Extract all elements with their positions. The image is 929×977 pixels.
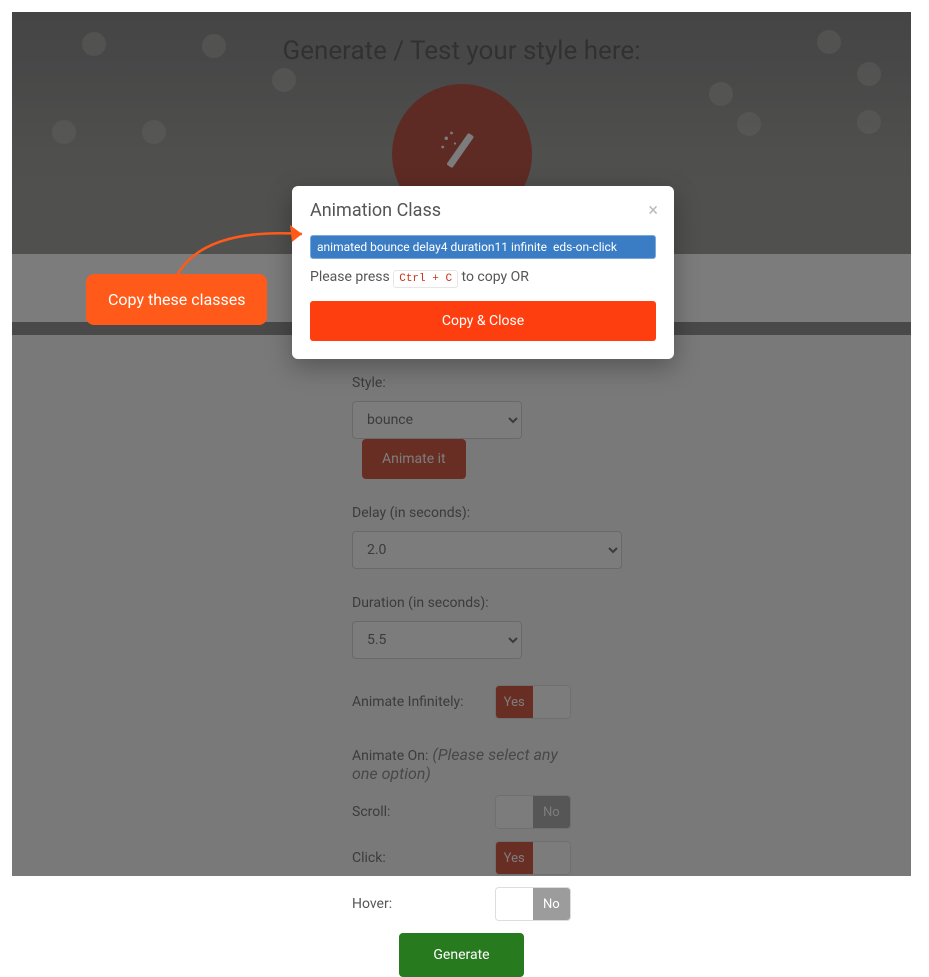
callout-text: Copy these classes (108, 290, 245, 309)
close-icon[interactable]: × (648, 200, 658, 221)
modal-title: Animation Class (310, 200, 656, 221)
copy-close-button[interactable]: Copy & Close (310, 301, 656, 341)
copy-hint: Please press Ctrl + C to copy OR (310, 269, 656, 285)
press-suffix: to copy OR (458, 269, 529, 285)
class-string-input[interactable] (310, 235, 656, 259)
instruction-callout: Copy these classes (86, 274, 267, 325)
kbd-shortcut: Ctrl + C (393, 270, 458, 288)
generate-button[interactable]: Generate (399, 933, 523, 977)
animation-class-modal: Animation Class × Please press Ctrl + C … (292, 186, 674, 359)
press-prefix: Please press (310, 269, 393, 285)
hover-label: Hover: (352, 896, 495, 912)
hover-toggle[interactable]: No (495, 887, 571, 921)
modal-backdrop[interactable] (12, 12, 911, 876)
